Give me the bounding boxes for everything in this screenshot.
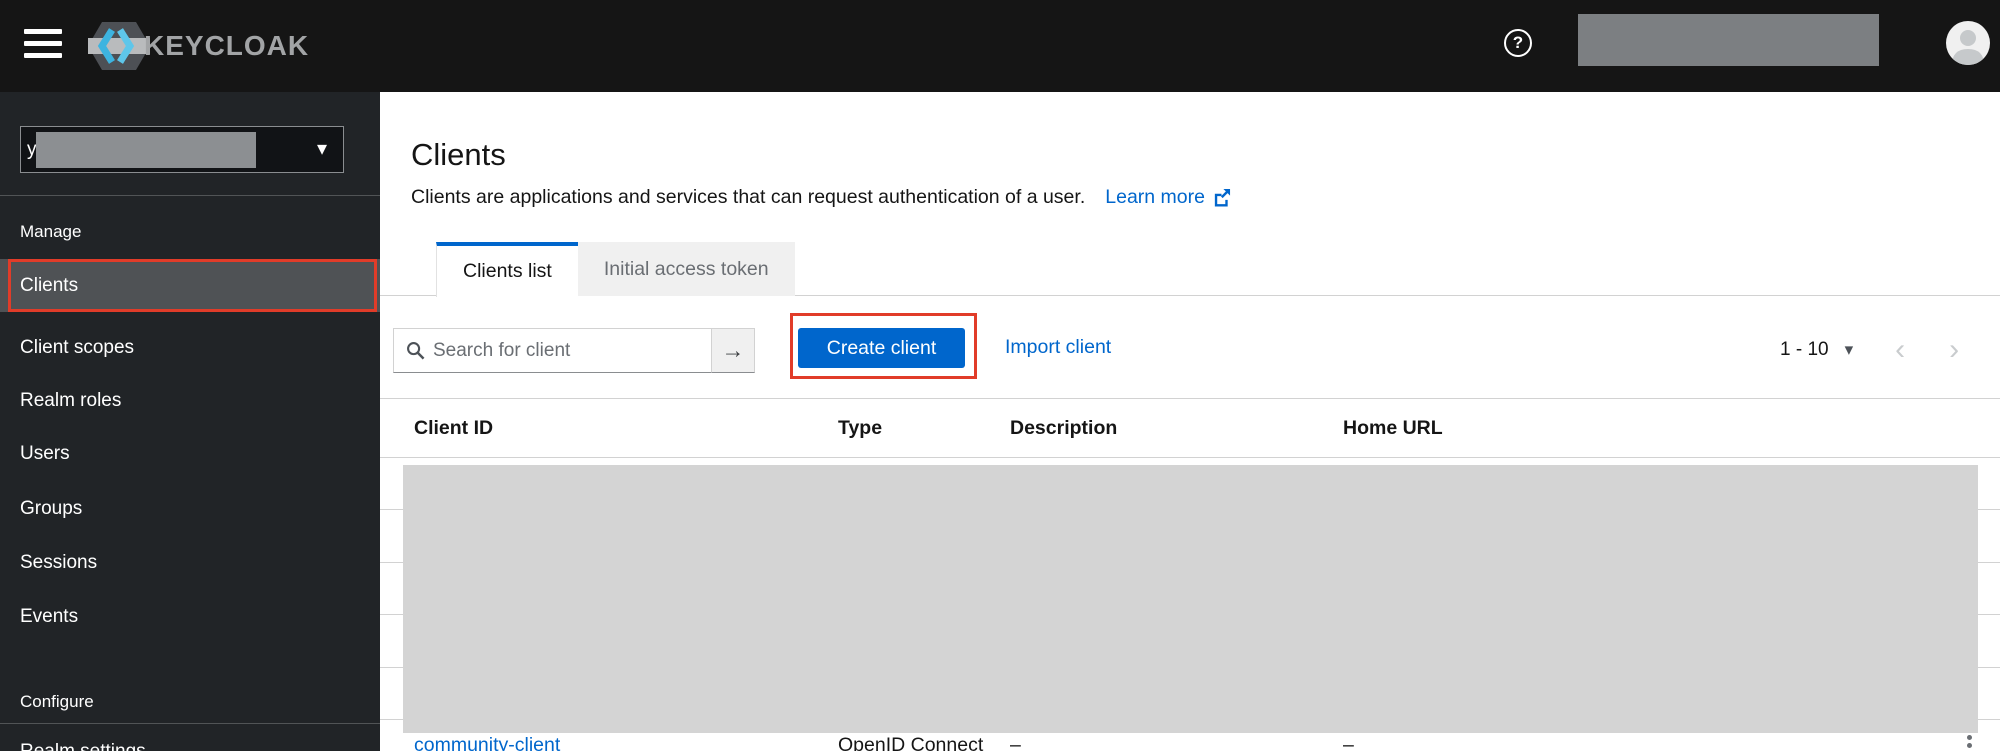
sidebar-item-label: Clients: [20, 275, 78, 297]
sidebar-item-label: Realm roles: [20, 390, 121, 411]
avatar[interactable]: [1946, 21, 1990, 65]
sidebar-item-label: Sessions: [20, 552, 97, 573]
client-type: OpenID Connect: [838, 734, 1010, 751]
sidebar-nav: y ▾ Manage Clients Client scopes Realm r…: [0, 92, 380, 751]
brand-text: KEYCLOAK: [144, 30, 309, 62]
pagination-prev-icon[interactable]: ‹: [1895, 335, 1905, 365]
page-title: Clients: [411, 137, 506, 173]
sidebar-item-realm-settings[interactable]: Realm settings: [0, 741, 380, 751]
row-actions-kebab-icon[interactable]: [1960, 732, 1978, 751]
username-redacted-block: [1578, 14, 1879, 66]
external-link-icon: [1212, 188, 1231, 207]
pagination-next-icon[interactable]: ›: [1949, 335, 1959, 365]
col-client-id: Client ID: [414, 417, 838, 440]
create-client-button[interactable]: Create client: [798, 328, 965, 368]
sidebar-item-groups[interactable]: Groups: [0, 498, 380, 520]
pagination: 1 - 10 ▾ ‹ ›: [1780, 330, 1990, 370]
tab-label: Clients list: [463, 260, 552, 283]
sidebar-item-sessions[interactable]: Sessions: [0, 552, 380, 574]
realm-selector-dropdown[interactable]: y ▾: [20, 126, 344, 173]
nav-section-manage: Manage: [20, 222, 81, 242]
sidebar-divider: [0, 723, 380, 724]
sidebar-item-users[interactable]: Users: [0, 443, 380, 465]
client-home-url: –: [1343, 734, 1960, 751]
table-redacted-block: [403, 465, 1978, 733]
description-text: Clients are applications and services th…: [411, 186, 1085, 209]
help-icon[interactable]: ?: [1504, 29, 1532, 57]
sidebar-item-realm-roles[interactable]: Realm roles: [0, 390, 380, 412]
sidebar-item-label: Users: [20, 443, 70, 464]
keycloak-logo-icon: [88, 18, 150, 74]
tab-strip: Clients list Initial access token: [380, 242, 2000, 296]
page-description: Clients are applications and services th…: [411, 186, 1231, 209]
sidebar-item-label: Realm settings: [20, 741, 146, 751]
sidebar-item-clients[interactable]: Clients: [0, 259, 380, 312]
sidebar-item-client-scopes[interactable]: Client scopes: [0, 337, 380, 359]
sidebar-item-label: Events: [20, 606, 78, 627]
realm-name-redacted-block: [36, 132, 256, 168]
learn-more-label: Learn more: [1105, 186, 1205, 209]
search-icon: [406, 341, 425, 360]
keycloak-logo: KEYCLOAK: [88, 18, 309, 74]
main-content: Clients Clients are applications and ser…: [380, 92, 2000, 751]
tab-label: Initial access token: [604, 258, 769, 281]
tab-initial-access-token[interactable]: Initial access token: [578, 242, 795, 296]
learn-more-link[interactable]: Learn more: [1105, 186, 1231, 209]
col-description: Description: [1010, 417, 1343, 440]
search-input[interactable]: [433, 340, 711, 362]
sidebar-item-label: Groups: [20, 498, 82, 519]
pagination-range: 1 - 10: [1780, 339, 1829, 361]
table-header: Client ID Type Description Home URL: [380, 398, 2000, 458]
nav-section-configure: Configure: [20, 692, 94, 712]
client-description: –: [1010, 734, 1343, 751]
sidebar-item-events[interactable]: Events: [0, 606, 380, 628]
pagination-caret-icon[interactable]: ▾: [1845, 340, 1854, 360]
sidebar-divider: [0, 195, 380, 196]
col-home-url: Home URL: [1343, 417, 1960, 440]
sidebar-item-label: Client scopes: [20, 337, 134, 358]
import-client-link[interactable]: Import client: [1005, 336, 1111, 359]
user-icon: [1946, 21, 1990, 65]
tab-clients-list[interactable]: Clients list: [436, 242, 578, 297]
masthead: KEYCLOAK ? ▾: [0, 0, 2000, 92]
col-type: Type: [838, 417, 1010, 440]
realm-caret-down-icon: ▾: [317, 136, 327, 161]
menu-toggle-icon[interactable]: [24, 29, 62, 63]
search-submit-button[interactable]: →: [712, 328, 755, 373]
client-search-box: [393, 328, 712, 373]
client-id-link[interactable]: community-client: [414, 734, 838, 751]
